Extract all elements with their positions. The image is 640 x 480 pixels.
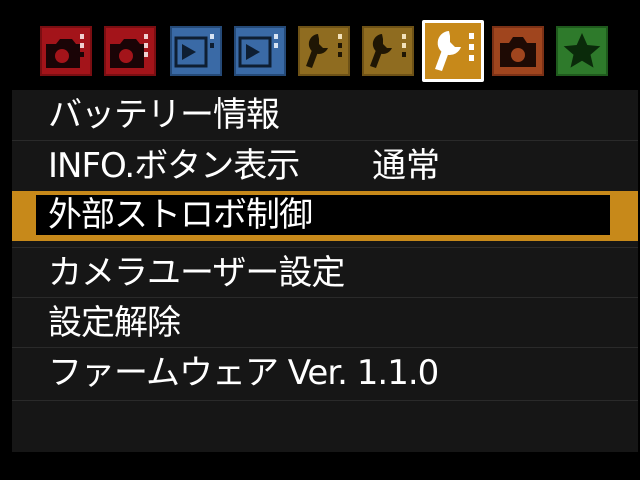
tab-setup-2[interactable]	[362, 26, 414, 76]
menu-item-label: バッテリー情報	[48, 95, 280, 135]
camera-icon	[40, 26, 92, 76]
menu-item-label: 外部ストロボ制御	[48, 195, 313, 235]
tab-my-menu[interactable]	[556, 26, 608, 76]
tab-setup-1[interactable]	[298, 26, 350, 76]
menu-item-firmware-version[interactable]: ファームウェア Ver. 1.1.0	[12, 347, 638, 397]
tab-shooting-1[interactable]	[40, 26, 92, 76]
live-view-camera-icon	[492, 26, 544, 76]
menu-empty-row	[12, 400, 638, 452]
wrench-icon	[298, 26, 350, 76]
wrench-icon	[435, 31, 474, 71]
menu-item-label: 設定解除	[48, 303, 181, 343]
menu-item-info-button-display[interactable]: INFO.ボタン表示 通常	[12, 140, 638, 190]
tab-playback-1[interactable]	[170, 26, 222, 76]
menu-item-value: 通常	[372, 146, 440, 186]
menu-item-label: カメラユーザー設定	[48, 253, 345, 293]
tab-live-view[interactable]	[492, 26, 544, 76]
menu-item-external-flash-control[interactable]: 外部ストロボ制御	[12, 191, 638, 241]
wrench-icon	[362, 26, 414, 76]
menu-item-label: INFO.ボタン表示	[48, 146, 300, 186]
menu-item-clear-settings[interactable]: 設定解除	[12, 297, 638, 347]
setup-menu-list: バッテリー情報 INFO.ボタン表示 通常 外部ストロボ制御 カメラユーザー設定…	[12, 90, 638, 452]
selection-highlight: 外部ストロボ制御	[36, 195, 610, 235]
camera-icon	[104, 26, 156, 76]
menu-item-label: ファームウェア Ver. 1.1.0	[48, 353, 439, 393]
playback-icon	[170, 26, 222, 76]
tab-shooting-2[interactable]	[104, 26, 156, 76]
menu-tab-bar	[40, 20, 610, 82]
menu-item-battery-info[interactable]: バッテリー情報	[12, 90, 638, 140]
menu-item-camera-user-settings[interactable]: カメラユーザー設定	[12, 247, 638, 297]
playback-icon	[234, 26, 286, 76]
tab-playback-2[interactable]	[234, 26, 286, 76]
tab-setup-3[interactable]	[422, 20, 484, 82]
star-icon	[556, 26, 608, 76]
